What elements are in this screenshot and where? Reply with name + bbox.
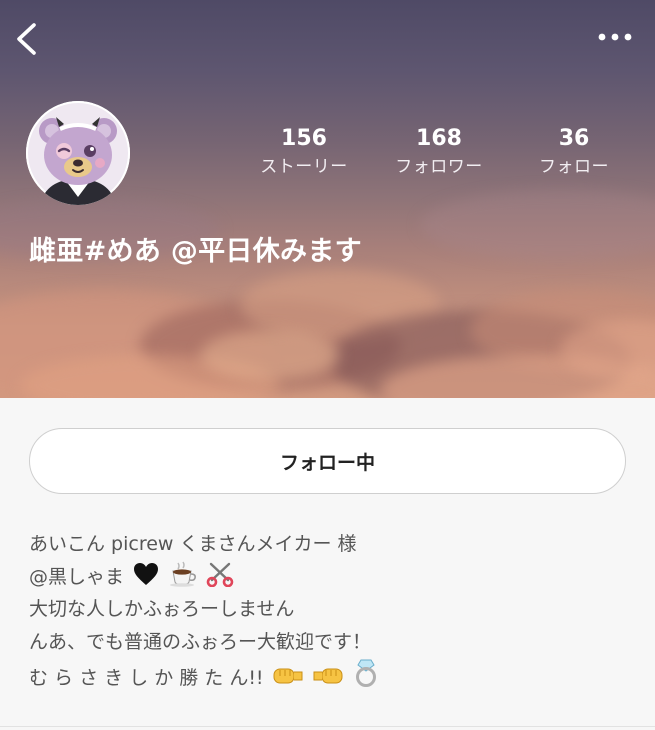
bio-line: あいこん picrew くまさんメイカー 様 xyxy=(29,528,629,561)
bio-line: @黒しゃま xyxy=(29,561,629,594)
stat-stories[interactable]: 156 ストーリー xyxy=(244,126,364,182)
profile-name: 雌亜#めあ @平日休みます xyxy=(29,236,362,267)
stat-followers[interactable]: 168 フォロワー xyxy=(379,126,499,182)
bio-line: んあ、でも普通のふぉろー大歓迎です！ xyxy=(29,626,629,659)
following-button[interactable]: フォロー中 xyxy=(29,428,626,494)
stat-following-label: フォロー xyxy=(539,157,609,177)
bio-line-text: 大切な人しかふぉろーしません xyxy=(29,598,295,620)
more-horizontal-icon xyxy=(598,33,632,41)
stat-following-count: 36 xyxy=(558,126,590,151)
coffee-icon xyxy=(170,561,197,587)
stat-followers-count: 168 xyxy=(416,126,462,151)
profile-page: 156 ストーリー 168 フォロワー 36 フォロー 雌亜#めあ @平日休みま… xyxy=(0,0,655,730)
stat-stories-label: ストーリー xyxy=(260,157,348,177)
bio-line-text: あいこん picrew くまさんメイカー 様 xyxy=(29,533,357,555)
profile-bio: あいこん picrew くまさんメイカー 様 @黒しゃま 大切な人しかふぉろーし… xyxy=(29,528,629,695)
fist-bump-right-icon xyxy=(273,668,303,684)
back-button[interactable] xyxy=(10,20,44,58)
cover-image: 156 ストーリー 168 フォロワー 36 フォロー 雌亜#めあ @平日休みま… xyxy=(0,0,655,398)
stat-followers-label: フォロワー xyxy=(395,157,483,177)
ring-icon xyxy=(355,659,376,687)
bio-line: む ら さ き し か 勝 た ん!! xyxy=(29,658,629,695)
bio-line: 大切な人しかふぉろーしません xyxy=(29,593,629,626)
stat-following[interactable]: 36 フォロー xyxy=(514,126,634,182)
chevron-left-icon xyxy=(17,23,36,55)
profile-stats: 156 ストーリー 168 フォロワー 36 フォロー xyxy=(0,126,655,186)
fist-bump-left-icon xyxy=(313,668,343,684)
more-button[interactable] xyxy=(595,26,635,48)
bio-line-text: @黒しゃま xyxy=(29,565,125,588)
bio-line-text: んあ、でも普通のふぉろー大歓迎です！ xyxy=(29,630,372,653)
scissors-icon xyxy=(206,562,234,587)
stat-stories-count: 156 xyxy=(281,126,327,151)
black-heart-icon xyxy=(134,562,159,585)
bio-line-text: む ら さ き し か 勝 た ん!! xyxy=(29,667,264,689)
section-divider xyxy=(0,726,655,727)
